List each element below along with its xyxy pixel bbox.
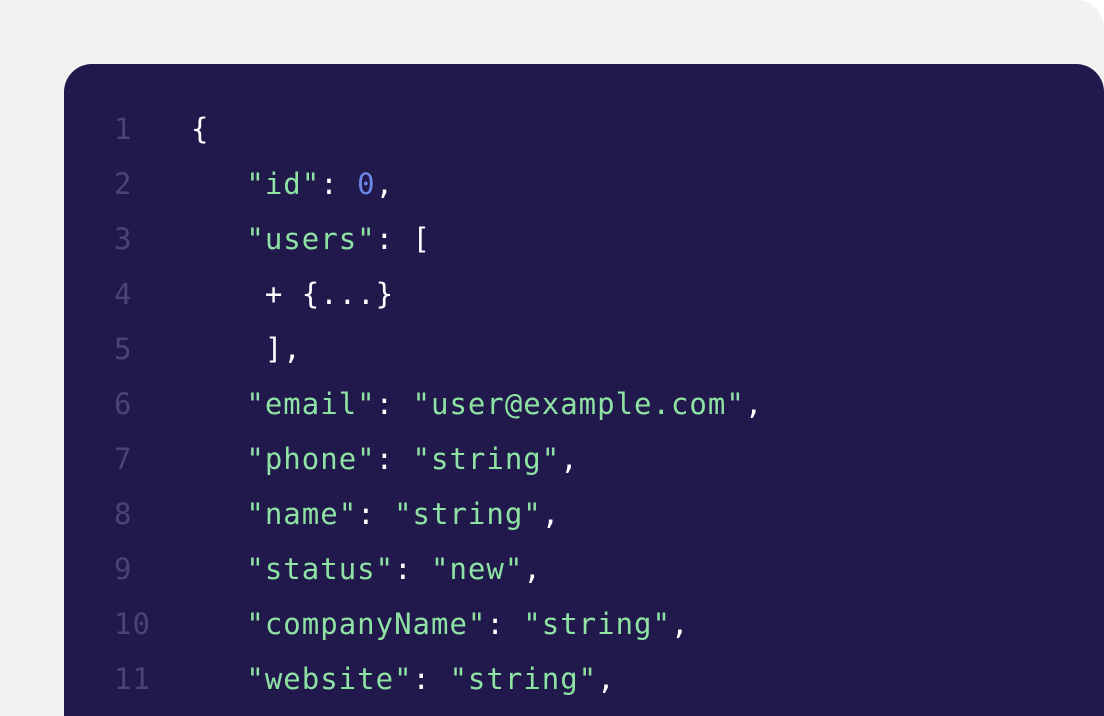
line-number: 8 [114,497,133,531]
json-string-value: "string" [394,497,542,531]
code-line: 6 "email": "user@example.com", [64,377,1104,432]
comma: , [597,662,616,696]
line-content: "phone": "string", [191,432,579,487]
json-key: "website" [246,662,413,696]
line-content: { [191,102,209,157]
code-line: 2 "id": 0, [64,157,1104,212]
line-number: 2 [114,167,133,201]
json-key: "phone" [246,442,376,476]
colon: : [375,442,413,476]
json-string-value: "string" [523,607,671,641]
json-key: "email" [246,387,376,421]
code-line: 7 "phone": "string", [64,432,1104,487]
json-string-value: "new" [431,552,524,586]
colon: : [357,497,395,531]
line-content: "name": "string", [191,487,560,542]
expand-collapsed-object[interactable]: + {...} [191,277,394,311]
json-string-value: "string" [412,442,561,476]
close-bracket: ], [191,332,302,366]
open-brace: { [191,112,210,146]
line-number: 10 [114,607,151,641]
colon: : [412,662,450,696]
json-number-value: 0 [357,167,376,201]
colon: : [394,552,431,586]
comma: , [541,497,561,531]
line-number: 5 [114,332,133,366]
json-key: "name" [246,497,358,531]
colon-bracket: : [ [375,222,431,256]
code-line: 10 "companyName": "string", [64,597,1104,652]
line-content: "email": "user@example.com", [191,377,763,432]
line-number: 6 [114,387,133,421]
comma: , [375,167,395,201]
line-number: 9 [114,552,133,586]
code-line[interactable]: 4 + {...} [64,267,1104,322]
json-key: "status" [246,552,395,586]
json-key: "id" [246,167,321,201]
line-content: "companyName": "string", [191,597,689,652]
colon: : [375,387,413,421]
comma: , [560,442,579,476]
code-line: 1 { [64,102,1104,157]
code-line: 11 "website": "string", [64,652,1104,707]
line-content: "website": "string", [191,652,616,707]
json-key: "companyName" [246,607,487,641]
json-key: "users" [246,222,376,256]
code-line: 3 "users": [ [64,212,1104,267]
code-line: 9 "status": "new", [64,542,1104,597]
comma: , [670,607,690,641]
line-number: 3 [114,222,133,256]
code-line: 8 "name": "string", [64,487,1104,542]
json-code-block: 1 { 2 "id": 0, 3 "users": [ 4 + {...} 5 … [64,64,1104,716]
line-content: "status": "new", [191,542,542,597]
line-content: ], [191,322,302,377]
line-number: 1 [114,112,133,146]
line-content: "id": 0, [191,157,394,212]
colon: : [320,167,358,201]
line-number: 4 [114,277,133,311]
comma: , [523,552,542,586]
code-line: 5 ], [64,322,1104,377]
line-number: 11 [114,662,151,696]
line-number: 7 [114,442,133,476]
json-string-value: "string" [449,662,598,696]
page-background: 1 { 2 "id": 0, 3 "users": [ 4 + {...} 5 … [0,0,1104,716]
comma: , [744,387,764,421]
json-string-value: "user@example.com" [412,387,745,421]
colon: : [486,607,524,641]
line-content: "users": [ [191,212,431,267]
collapsed-object-toggle[interactable]: + {...} [191,267,394,322]
